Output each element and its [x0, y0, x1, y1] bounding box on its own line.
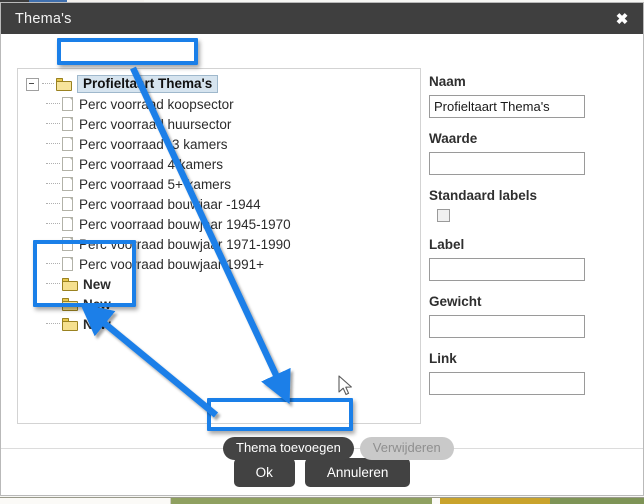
waarde-label: Waarde	[429, 131, 478, 146]
tree-connector	[46, 163, 60, 165]
tree-item-label[interactable]: Perc voorraad 4 kamers	[79, 157, 223, 172]
themes-dialog: Thema's ✖ Profieltaart Thema's Perc voor…	[0, 2, 644, 496]
tree-connector	[46, 303, 60, 305]
tree-row[interactable]: New	[18, 294, 420, 314]
document-icon	[62, 97, 73, 111]
tree-item-label[interactable]: New	[83, 317, 111, 332]
delete-theme-button: Verwijderen	[359, 437, 454, 460]
document-icon	[62, 257, 73, 271]
tree-connector	[46, 183, 60, 185]
tree-connector	[46, 103, 60, 105]
label-input[interactable]	[429, 258, 585, 281]
document-icon	[62, 137, 73, 151]
folder-icon	[62, 317, 78, 331]
folder-icon	[62, 277, 78, 291]
collapse-minus-icon[interactable]	[26, 77, 39, 91]
tree-item-label[interactable]: Perc voorraad koopsector	[79, 97, 234, 112]
folder-open-icon	[56, 77, 72, 91]
document-icon	[62, 177, 73, 191]
tree-item-label[interactable]: Perc voorraad 5+ kamers	[79, 177, 231, 192]
document-icon	[62, 237, 73, 251]
dialog-title: Thema's	[15, 10, 72, 27]
tree-connector	[46, 203, 60, 205]
standaard-labels-checkbox[interactable]	[437, 209, 450, 222]
label-label: Label	[429, 237, 465, 252]
tree-item-label[interactable]: Perc voorraad bouwjaar 1971-1990	[79, 237, 291, 252]
add-theme-button[interactable]: Thema toevoegen	[223, 437, 354, 460]
tree-row[interactable]: Profieltaart Thema's	[18, 74, 420, 94]
tree-connector	[46, 323, 60, 325]
tree-connector	[46, 283, 60, 285]
tree-connector	[46, 223, 60, 225]
dialog-titlebar: Thema's ✖	[1, 3, 643, 34]
tree-row[interactable]: Perc voorraad -3 kamers	[18, 134, 420, 154]
dialog-body: Profieltaart Thema's Perc voorraad koops…	[1, 34, 643, 460]
tree-item-label[interactable]: Perc voorraad -3 kamers	[79, 137, 228, 152]
naam-label: Naam	[429, 74, 466, 89]
tree-row[interactable]: New	[18, 314, 420, 334]
tree-item-label[interactable]: Perc voorraad bouwjaar -1944	[79, 197, 261, 212]
document-icon	[62, 117, 73, 131]
tree-item-label[interactable]: New	[83, 297, 111, 312]
waarde-input[interactable]	[429, 152, 585, 175]
close-icon[interactable]: ✖	[611, 8, 633, 30]
ok-button[interactable]: Ok	[233, 457, 295, 487]
tree-row[interactable]: New	[18, 274, 420, 294]
tree-row[interactable]: Perc voorraad bouwjaar -1944	[18, 194, 420, 214]
tree-row[interactable]: Perc voorraad bouwjaar 1971-1990	[18, 234, 420, 254]
tree-row[interactable]: Perc voorraad bouwjaar 1945-1970	[18, 214, 420, 234]
tree-item-label[interactable]: Perc voorraad bouwjaar 1991+	[79, 257, 264, 272]
tree-connector	[46, 123, 60, 125]
gewicht-label: Gewicht	[429, 294, 482, 309]
tree-item-label[interactable]: Profieltaart Thema's	[77, 75, 219, 93]
naam-input[interactable]	[429, 95, 585, 118]
tree-action-bar: Thema toevoegen Verwijderen	[223, 437, 454, 460]
folder-icon	[62, 297, 78, 311]
background-bottom-strip	[0, 497, 644, 504]
tree-row[interactable]: Perc voorraad 5+ kamers	[18, 174, 420, 194]
tree-connector	[46, 143, 60, 145]
document-icon	[62, 217, 73, 231]
standaard-labels-label: Standaard labels	[429, 188, 538, 203]
gewicht-input[interactable]	[429, 315, 585, 338]
document-icon	[62, 157, 73, 171]
tree-connector	[42, 83, 54, 85]
link-label: Link	[429, 351, 457, 366]
tree-item-label[interactable]: New	[83, 277, 111, 292]
tree-row[interactable]: Perc voorraad bouwjaar 1991+	[18, 254, 420, 274]
tree-item-label[interactable]: Perc voorraad bouwjaar 1945-1970	[79, 217, 291, 232]
tree-row[interactable]: Perc voorraad koopsector	[18, 94, 420, 114]
tree-item-label[interactable]: Perc voorraad huursector	[79, 117, 231, 132]
theme-tree-panel[interactable]: Profieltaart Thema's Perc voorraad koops…	[17, 68, 421, 424]
tree-connector	[46, 263, 60, 265]
link-input[interactable]	[429, 372, 585, 395]
document-icon	[62, 197, 73, 211]
tree-connector	[46, 243, 60, 245]
theme-properties-form: Naam Waarde Standaard labels Label Gewic…	[429, 74, 629, 408]
tree-row[interactable]: Perc voorraad huursector	[18, 114, 420, 134]
tree-row[interactable]: Perc voorraad 4 kamers	[18, 154, 420, 174]
cancel-button[interactable]: Annuleren	[304, 457, 411, 487]
